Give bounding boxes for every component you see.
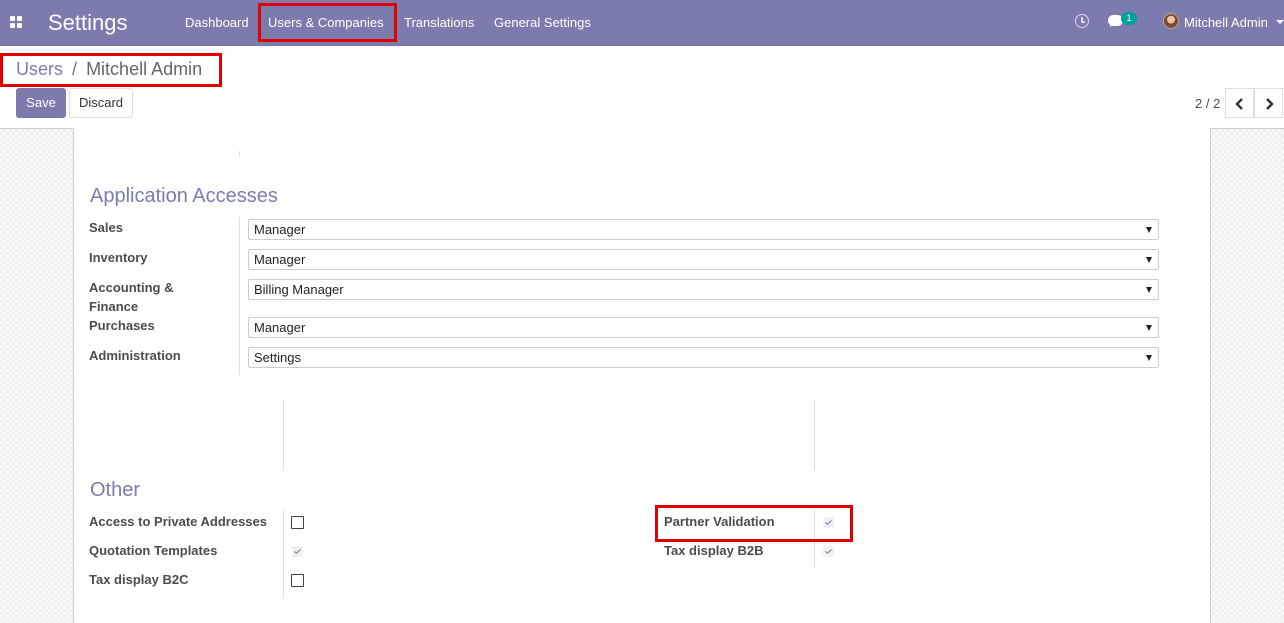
dropdown-arrow-icon [1146,325,1152,331]
dropdown-arrow-icon [1146,227,1152,233]
menu-general-settings[interactable]: General Settings [494,15,591,30]
pager-previous-button[interactable] [1225,88,1254,118]
chevron-down-icon[interactable] [1276,20,1284,24]
field-divider [239,151,240,156]
dropdown-arrow-icon [1146,355,1152,361]
field-divider [283,510,284,598]
pager-next-button[interactable] [1254,88,1283,118]
select-administration[interactable]: Settings [248,347,1159,368]
select-accounting-finance[interactable]: Billing Manager [248,279,1159,300]
discard-button[interactable]: Discard [69,88,133,118]
highlight-box-menu [258,3,397,42]
activity-clock-icon[interactable] [1075,14,1089,28]
checkbox-access-private-addresses[interactable] [291,516,304,529]
label-access-private-addresses: Access to Private Addresses [89,514,268,529]
menu-translations[interactable]: Translations [404,15,474,30]
check-icon [294,549,301,554]
checkbox-quotation-templates[interactable] [292,546,303,557]
checkbox-tax-display-b2c[interactable] [291,574,304,587]
select-inventory[interactable]: Manager [248,249,1159,270]
select-administration-value: Settings [254,350,301,365]
select-sales-value: Manager [254,222,306,237]
select-accounting-value: Billing Manager [254,282,344,297]
select-purchases-value: Manager [254,320,306,335]
label-tax-display-b2b: Tax display B2B [664,543,764,558]
highlight-box-partner-validation [655,505,853,542]
field-divider [283,400,284,470]
user-menu-name[interactable]: Mitchell Admin [1184,15,1268,30]
chevron-left-icon [1235,98,1243,110]
menu-dashboard[interactable]: Dashboard [185,15,249,30]
label-inventory: Inventory [89,250,148,265]
chat-badge: 1 [1121,12,1137,25]
save-button[interactable]: Save [16,88,66,118]
select-purchases[interactable]: Manager [248,317,1159,338]
field-divider [814,400,815,470]
label-quotation-templates: Quotation Templates [89,543,218,558]
checkbox-tax-display-b2b[interactable] [823,546,834,557]
label-purchases: Purchases [89,318,155,333]
dropdown-arrow-icon [1146,287,1152,293]
label-tax-display-b2c: Tax display B2C [89,572,189,587]
apps-menu-icon[interactable] [10,16,22,28]
app-title: Settings [48,10,128,35]
section-title-other: Other [90,479,141,501]
field-divider [239,217,240,375]
highlight-box-breadcrumb [0,53,222,87]
dropdown-arrow-icon [1146,257,1152,263]
top-navbar: Settings Dashboard Users & Companies Tra… [0,0,1284,46]
chevron-right-icon [1266,98,1274,110]
pager-value: 2 / 2 [1195,96,1221,111]
check-icon [825,549,832,554]
select-inventory-value: Manager [254,252,306,267]
label-administration: Administration [89,348,181,363]
select-sales[interactable]: Manager [248,219,1159,240]
user-avatar[interactable] [1163,13,1179,29]
label-sales: Sales [89,220,123,235]
section-title-application-accesses: Application Accesses [90,185,278,207]
label-accounting-finance: Accounting & Finance [89,280,174,314]
